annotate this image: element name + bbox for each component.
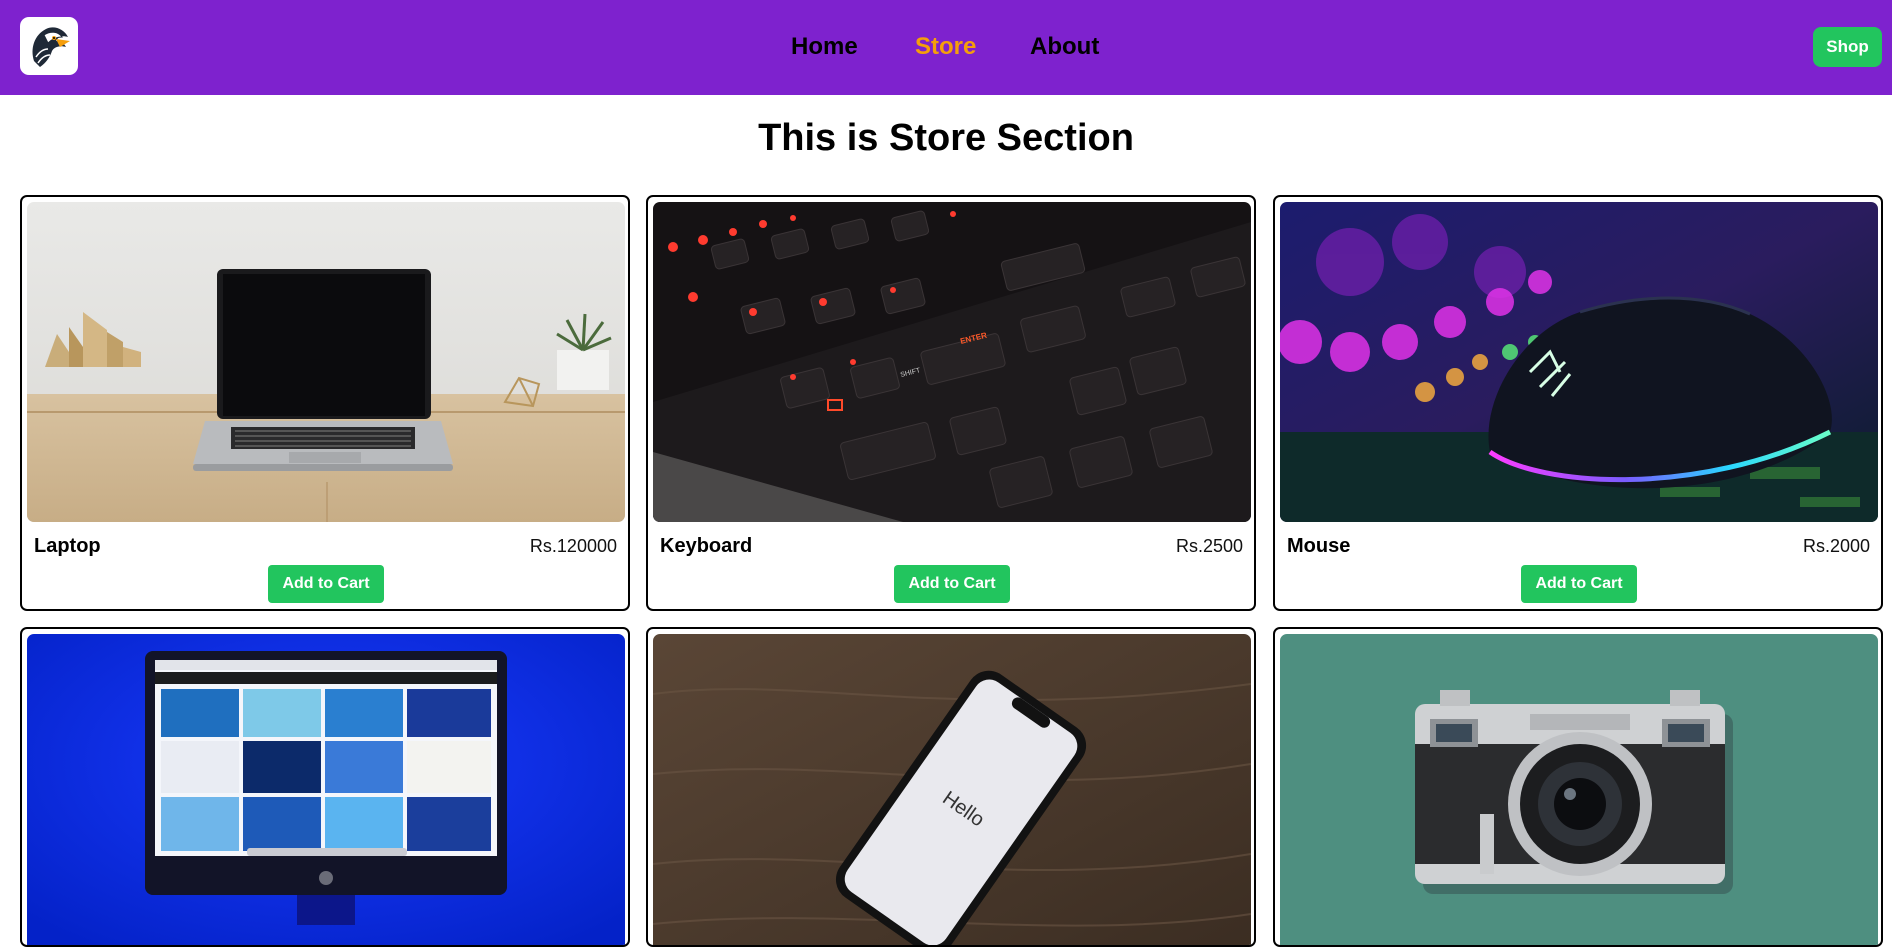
navbar: Home Store About Shop	[0, 0, 1892, 95]
product-price: Rs.120000	[529, 536, 617, 556]
product-card-monitor	[20, 627, 630, 947]
product-name: Keyboard	[660, 535, 753, 557]
nav-links: Home Store About	[0, 0, 1892, 95]
nav-link-home[interactable]: Home	[791, 31, 858, 63]
laptop-image	[27, 202, 625, 522]
product-price: Rs.2500	[1175, 536, 1243, 556]
product-card-phone: Hello	[646, 627, 1256, 947]
product-card-camera	[1273, 627, 1883, 947]
monitor-image	[27, 634, 625, 945]
product-card-mouse: Mouse Rs.2000 Add to Cart	[1273, 195, 1883, 611]
product-card-keyboard: ENTER SHIFT Keyboard Rs.2500 Add to Cart	[646, 195, 1256, 611]
shop-button[interactable]: Shop	[1813, 27, 1882, 67]
phone-image: Hello	[653, 634, 1251, 945]
page-title: This is Store Section	[758, 117, 1134, 159]
product-name: Mouse	[1287, 535, 1351, 557]
product-name: Laptop	[34, 535, 101, 557]
product-price: Rs.2000	[1802, 536, 1870, 556]
add-to-cart-button[interactable]: Add to Cart	[894, 565, 1010, 603]
add-to-cart-button[interactable]: Add to Cart	[268, 565, 384, 603]
product-card-laptop: Laptop Rs.120000 Add to Cart	[20, 195, 630, 611]
keyboard-image: ENTER SHIFT	[653, 202, 1251, 522]
camera-image	[1280, 634, 1878, 945]
nav-link-store[interactable]: Store	[915, 31, 976, 63]
add-to-cart-button[interactable]: Add to Cart	[1521, 565, 1637, 603]
nav-link-about[interactable]: About	[1030, 31, 1099, 63]
mouse-image	[1280, 202, 1878, 522]
